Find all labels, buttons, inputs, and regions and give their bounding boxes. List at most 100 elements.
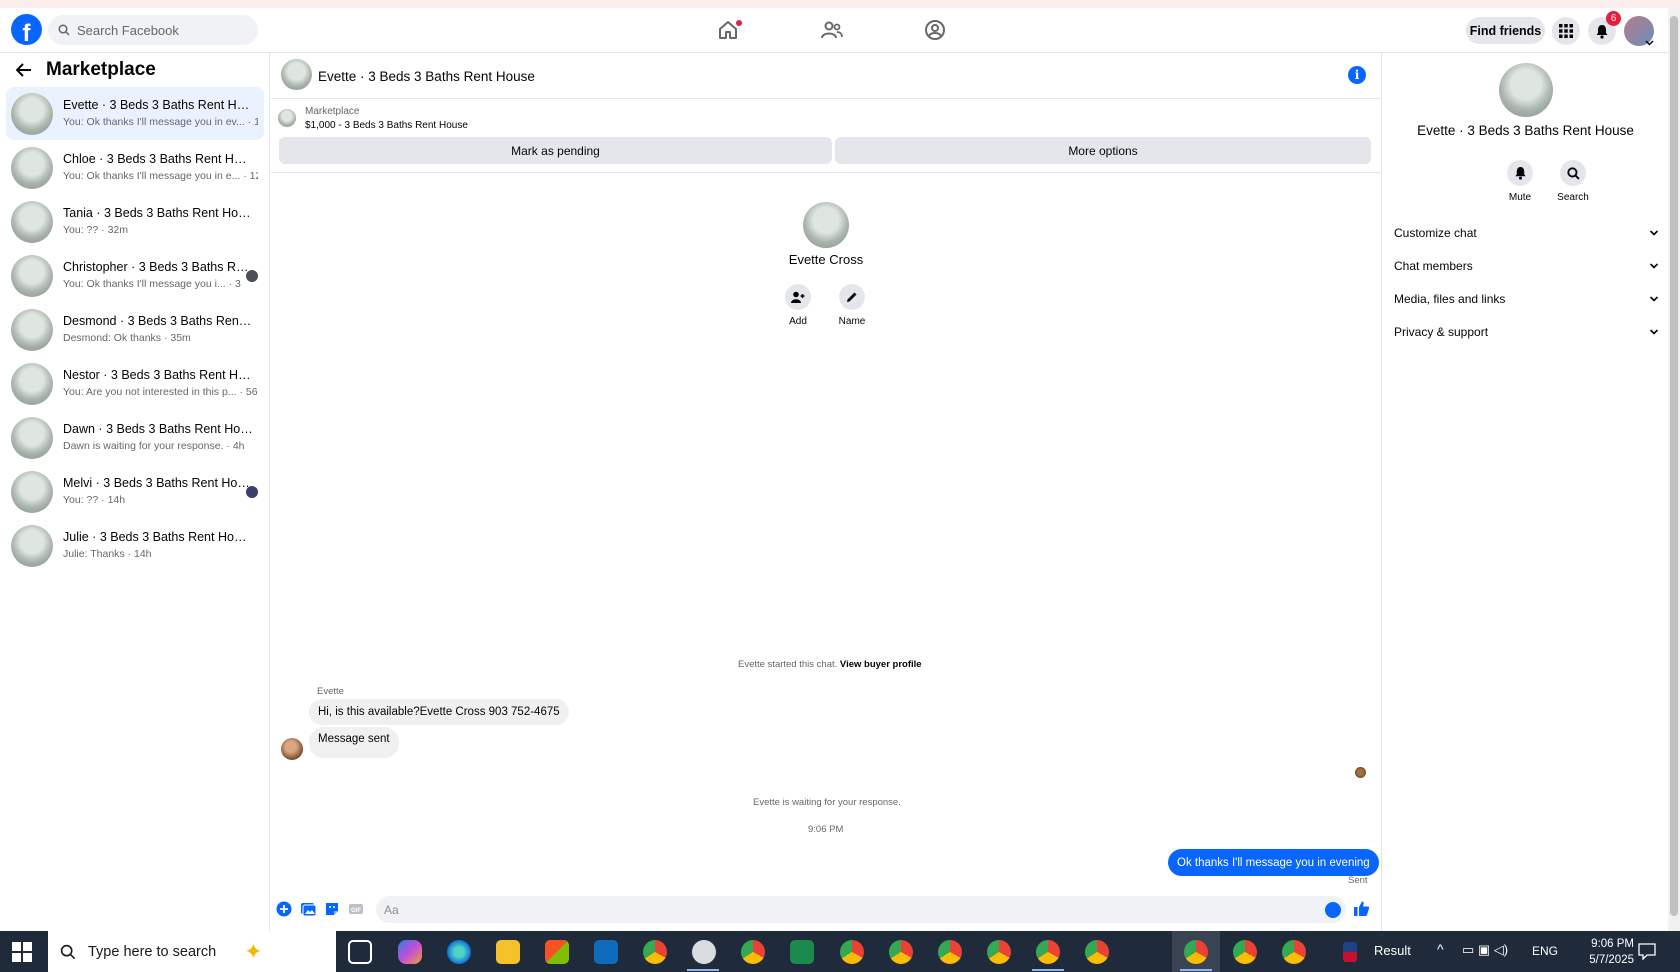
outgoing-message[interactable]: Ok thanks I'll message you in evening <box>1168 849 1379 876</box>
more-options-button[interactable]: More options <box>835 137 1371 164</box>
app-icon[interactable] <box>692 940 716 964</box>
chrome-profile-icon[interactable] <box>889 940 913 964</box>
conversation-item[interactable]: Tania · 3 Beds 3 Baths Rent House You: ?… <box>6 195 264 248</box>
seen-avatar <box>246 270 258 282</box>
chrome-profile-icon[interactable] <box>987 940 1011 964</box>
details-avatar[interactable] <box>1499 63 1553 117</box>
plus-icon[interactable] <box>276 901 292 917</box>
listing-thumbnail <box>11 93 53 135</box>
conversation-name: Evette · 3 Beds 3 Baths Rent House <box>63 98 253 112</box>
pencil-icon <box>847 292 857 302</box>
find-friends-button[interactable]: Find friends <box>1466 17 1545 44</box>
sent-status: Sent <box>1348 875 1368 886</box>
task-view-icon[interactable] <box>348 940 372 964</box>
chrome-profile-icon[interactable] <box>938 940 962 964</box>
profile-avatar[interactable] <box>803 202 849 248</box>
notification-badge: 6 <box>1606 11 1621 26</box>
conversation-item[interactable]: Nestor · 3 Beds 3 Baths Rent House You: … <box>6 357 264 410</box>
notification-center-icon[interactable] <box>1638 943 1656 960</box>
sticker-icon[interactable] <box>324 901 340 917</box>
conversation-item[interactable]: Julie · 3 Beds 3 Baths Rent House Julie:… <box>6 519 264 572</box>
language-indicator[interactable]: ENG <box>1532 944 1558 958</box>
groups-icon[interactable] <box>923 18 947 42</box>
menu-grid-button[interactable] <box>1552 17 1580 45</box>
chat-divider <box>271 172 1380 173</box>
scrollbar-thumb[interactable] <box>1670 16 1678 916</box>
conversation-item[interactable]: Desmond · 3 Beds 3 Baths Rent Ho... Desm… <box>6 303 264 356</box>
copilot-icon[interactable] <box>398 940 422 964</box>
chrome-profile-icon[interactable] <box>1184 940 1208 964</box>
sidebar-header: Marketplace <box>16 59 156 81</box>
conversation-name: Dawn · 3 Beds 3 Baths Rent House <box>63 422 253 436</box>
view-buyer-profile-link[interactable]: View buyer profile <box>840 659 922 670</box>
tray-chevron-icon[interactable]: ^ <box>1437 941 1444 957</box>
conversation-item[interactable]: Dawn · 3 Beds 3 Baths Rent House Dawn is… <box>6 411 264 464</box>
conversation-item[interactable]: Evette · 3 Beds 3 Baths Rent House You: … <box>6 87 264 140</box>
taskbar-search-input[interactable]: Type here to search ✦ <box>48 931 336 972</box>
file-explorer-icon[interactable] <box>496 940 520 964</box>
account-chevron-icon[interactable] <box>1645 38 1654 47</box>
chrome-profile-icon[interactable] <box>1085 940 1109 964</box>
bell-icon <box>1514 166 1526 180</box>
back-arrow-icon[interactable] <box>16 63 32 77</box>
widget-result[interactable]: Result <box>1374 943 1411 958</box>
sender-avatar[interactable] <box>281 738 303 760</box>
windows-start-icon[interactable] <box>12 942 32 962</box>
conversation-item[interactable]: Melvi · 3 Beds 3 Baths Rent House You: ?… <box>6 465 264 518</box>
conversation-item[interactable]: Christopher · 3 Beds 3 Baths Re... You: … <box>6 249 264 302</box>
tray-icons[interactable]: ▭ ▣ ◁) <box>1462 942 1508 958</box>
name-button[interactable]: Name <box>832 284 872 327</box>
media-files-links-row[interactable]: Media, files and links <box>1394 284 1659 314</box>
info-icon[interactable]: i <box>1348 66 1366 84</box>
row-label: Customize chat <box>1394 226 1477 240</box>
nba-icon[interactable] <box>1343 942 1357 962</box>
read-receipt-avatar <box>1355 767 1366 778</box>
like-icon[interactable] <box>1353 900 1370 917</box>
sender-name: Evette <box>317 686 344 697</box>
conversation-snippet: You: Ok thanks I'll message you i... · 3… <box>63 278 241 290</box>
chrome-profile-icon[interactable] <box>1282 940 1306 964</box>
gif-icon[interactable]: GIF <box>348 901 364 917</box>
message-input[interactable] <box>376 896 1346 923</box>
chrome-icon[interactable] <box>643 940 667 964</box>
facebook-search-input[interactable]: Search Facebook <box>48 15 258 45</box>
chat-avatar[interactable] <box>281 59 312 90</box>
conversation-item[interactable]: Chloe · 3 Beds 3 Baths Rent House You: O… <box>6 141 264 194</box>
search-chat-button[interactable]: Search <box>1548 160 1598 203</box>
chat-started-text: Evette started this chat. <box>738 659 838 670</box>
message-composer: GIF <box>271 892 1380 928</box>
chat-started-note: Evette started this chat. View buyer pro… <box>738 659 922 670</box>
chevron-down-icon <box>1649 329 1659 335</box>
chat-title[interactable]: Evette · 3 Beds 3 Baths Rent House <box>318 69 535 84</box>
taskbar-clock[interactable]: 9:06 PM 5/7/2025 <box>1564 936 1634 968</box>
listing-mini-thumbnail <box>278 109 296 127</box>
listing-thumbnail <box>11 255 53 297</box>
facebook-logo[interactable]: f <box>11 14 42 45</box>
emoji-icon[interactable] <box>1325 902 1341 918</box>
friends-icon[interactable] <box>820 18 844 42</box>
chrome-profile-icon[interactable] <box>741 940 765 964</box>
sheets-icon[interactable] <box>790 940 814 964</box>
privacy-support-row[interactable]: Privacy & support <box>1394 317 1659 347</box>
message-timestamp: 9:06 PM <box>808 824 844 835</box>
incoming-message[interactable]: Message sent <box>309 727 399 758</box>
mute-button[interactable]: Mute <box>1495 160 1545 203</box>
sparkle-icon: ✦ <box>244 938 263 964</box>
conversation-snippet: You: ?? · 14h <box>63 494 126 506</box>
customize-chat-row[interactable]: Customize chat <box>1394 218 1659 248</box>
chat-members-row[interactable]: Chat members <box>1394 251 1659 281</box>
chrome-profile-icon[interactable] <box>1036 940 1060 964</box>
edge-icon[interactable] <box>447 940 471 964</box>
search-icon <box>60 944 76 959</box>
incoming-message[interactable]: Hi, is this available?Evette Cross 903 7… <box>309 699 569 725</box>
sidebar-title: Marketplace <box>46 59 156 80</box>
chrome-profile-icon[interactable] <box>1233 940 1257 964</box>
outlook-icon[interactable] <box>594 940 618 964</box>
add-button[interactable]: Add <box>778 284 818 327</box>
listing-price: $1,000 - 3 Beds 3 Baths Rent House <box>305 120 468 131</box>
store-icon[interactable] <box>545 940 569 964</box>
page-scrollbar[interactable] <box>1668 8 1680 931</box>
image-icon[interactable] <box>300 901 316 917</box>
chrome-profile-icon[interactable] <box>840 940 864 964</box>
mark-as-pending-button[interactable]: Mark as pending <box>279 137 832 164</box>
